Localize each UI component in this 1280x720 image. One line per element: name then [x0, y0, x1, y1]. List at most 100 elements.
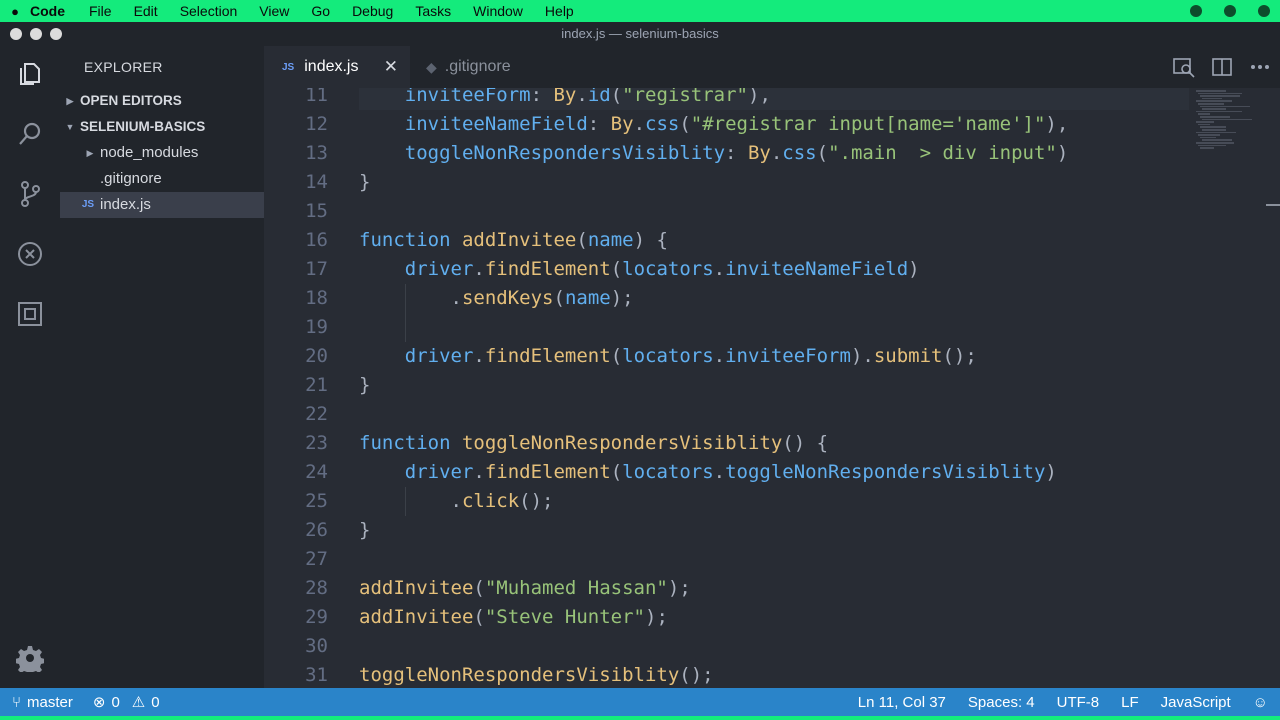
code-editor[interactable]: 11 inviteeForm: By.id("registrar"), 12 invi…	[264, 88, 1280, 688]
code-line[interactable]: 16 function addInvitee(name) {	[264, 226, 1184, 255]
tree-item-label: .gitignore	[100, 170, 162, 187]
code-line[interactable]: 21}	[264, 371, 1184, 400]
minimap-line	[1202, 129, 1226, 131]
code-token: .	[713, 345, 726, 367]
code-line[interactable]: 14}	[264, 168, 1184, 197]
code-text: }	[359, 371, 370, 400]
warning-icon[interactable]: ⚠	[132, 693, 145, 711]
menu-view[interactable]: View	[259, 3, 289, 19]
git-branch[interactable]: master	[27, 694, 73, 711]
code-token: ) {	[633, 229, 668, 251]
feedback-smiley-icon[interactable]: ☺	[1253, 694, 1268, 711]
split-editor-icon[interactable]	[1210, 56, 1234, 78]
tab-gitignore[interactable]: ◆ .gitignore	[410, 46, 550, 88]
indent-guide	[404, 487, 406, 516]
language-mode[interactable]: JavaScript	[1161, 694, 1231, 711]
code-token: By	[610, 113, 634, 135]
source-control-activity[interactable]	[0, 170, 60, 218]
cursor-position[interactable]: Ln 11, Col 37	[858, 694, 946, 711]
minimap[interactable]	[1190, 88, 1280, 688]
close-window-button[interactable]	[10, 28, 22, 40]
zoom-window-button[interactable]	[50, 28, 62, 40]
code-token: :	[587, 113, 611, 135]
warning-count[interactable]: 0	[151, 694, 159, 711]
menu-debug[interactable]: Debug	[352, 3, 393, 19]
code-text: toggleNonRespondersVisiblity: By.css(".m…	[405, 139, 1069, 168]
git-branch-icon[interactable]: ⑂	[12, 694, 21, 711]
tree-item-gitignore[interactable]: .gitignore	[60, 166, 264, 192]
line-number: 31	[305, 664, 328, 686]
code-line[interactable]: 20 driver.findElement(locators.inviteeFor…	[264, 342, 1184, 371]
minimap-line	[1202, 108, 1226, 110]
minimap-line	[1200, 116, 1230, 118]
apple-icon[interactable]: ●	[0, 4, 30, 19]
code-line[interactable]: 19	[264, 313, 1184, 342]
code-line[interactable]: 15	[264, 197, 1184, 226]
code-token: inviteeForm	[404, 88, 531, 106]
menu-tasks[interactable]: Tasks	[415, 3, 451, 19]
code-line[interactable]: 17 driver.findElement(locators.inviteeNam…	[264, 255, 1184, 284]
project-section[interactable]: ▼ SELENIUM-BASICS	[60, 114, 264, 140]
indentation[interactable]: Spaces: 4	[968, 694, 1035, 711]
code-line[interactable]: 27	[264, 545, 1184, 574]
code-line[interactable]: 11 inviteeForm: By.id("registrar"),	[264, 88, 1184, 110]
open-editors-section[interactable]: ▶ OPEN EDITORS	[60, 88, 264, 114]
open-changes-icon[interactable]	[1172, 56, 1196, 78]
menu-selection[interactable]: Selection	[180, 3, 238, 19]
code-line[interactable]: 29 addInvitee("Steve Hunter");	[264, 603, 1184, 632]
tab-index-js[interactable]: JS index.js ✕	[264, 46, 410, 88]
spotlight-icon[interactable]	[1224, 5, 1236, 17]
line-number: 11	[305, 88, 328, 106]
menu-file[interactable]: File	[89, 3, 112, 19]
notification-center-icon[interactable]	[1258, 5, 1270, 17]
code-token: ".main > div input"	[828, 142, 1057, 164]
debug-activity[interactable]	[0, 230, 60, 278]
code-token: }	[359, 519, 371, 541]
source-control-icon	[21, 181, 40, 207]
menu-app-name[interactable]: Code	[30, 3, 65, 19]
code-text: driver.findElement(locators.toggleNonRes…	[405, 458, 1057, 487]
code-token: toggleNonRespondersVisiblity	[359, 664, 680, 686]
menu-go[interactable]: Go	[311, 3, 330, 19]
tree-item-node-modules[interactable]: ▶ node_modules	[60, 140, 264, 166]
minimap-line	[1196, 131, 1236, 134]
explorer-activity[interactable]	[0, 50, 60, 98]
search-activity[interactable]	[0, 110, 60, 158]
code-line[interactable]: 18 .sendKeys(name);	[264, 284, 1184, 313]
line-number: 25	[305, 490, 328, 512]
menu-help[interactable]: Help	[545, 3, 574, 19]
close-icon[interactable]: ✕	[384, 57, 398, 77]
line-ending[interactable]: LF	[1121, 694, 1139, 711]
code-line[interactable]: 13 toggleNonRespondersVisiblity: By.css("…	[264, 139, 1184, 168]
code-line[interactable]: 25 .click();	[264, 487, 1184, 516]
encoding[interactable]: UTF-8	[1057, 694, 1100, 711]
git-diamond-icon: ◆	[426, 58, 437, 75]
search-icon	[19, 122, 41, 145]
line-number: 27	[305, 548, 328, 570]
tree-item-index-js[interactable]: JS index.js	[60, 192, 264, 218]
code-text: function addInvitee(name) {	[359, 226, 668, 255]
menu-window[interactable]: Window	[473, 3, 523, 19]
code-line[interactable]: 22	[264, 400, 1184, 429]
code-line[interactable]: 30	[264, 632, 1184, 661]
menu-edit[interactable]: Edit	[134, 3, 158, 19]
code-token: (	[610, 258, 623, 280]
extensions-activity[interactable]	[0, 290, 60, 338]
settings-activity[interactable]	[0, 634, 60, 682]
status-menu-icon[interactable]	[1190, 5, 1202, 17]
code-line[interactable]: 12 inviteeNameField: By.css("#registrar i…	[264, 110, 1184, 139]
minimap-line	[1198, 92, 1242, 95]
minimize-window-button[interactable]	[30, 28, 42, 40]
error-icon[interactable]: ⊗	[93, 693, 106, 711]
code-line[interactable]: 23 function toggleNonRespondersVisiblity(…	[264, 429, 1184, 458]
error-count[interactable]: 0	[111, 694, 119, 711]
code-line[interactable]: 26}	[264, 516, 1184, 545]
code-token: driver	[404, 345, 474, 367]
indent-guide	[404, 284, 406, 313]
code-line[interactable]: 31 toggleNonRespondersVisiblity();	[264, 661, 1184, 688]
more-actions-icon[interactable]	[1248, 56, 1272, 78]
code-line[interactable]: 28 addInvitee("Muhamed Hassan");	[264, 574, 1184, 603]
scrollbar-position-marker[interactable]	[1266, 204, 1280, 206]
code-line[interactable]: 24 driver.findElement(locators.toggleNonR…	[264, 458, 1184, 487]
code-token: }	[359, 171, 371, 193]
